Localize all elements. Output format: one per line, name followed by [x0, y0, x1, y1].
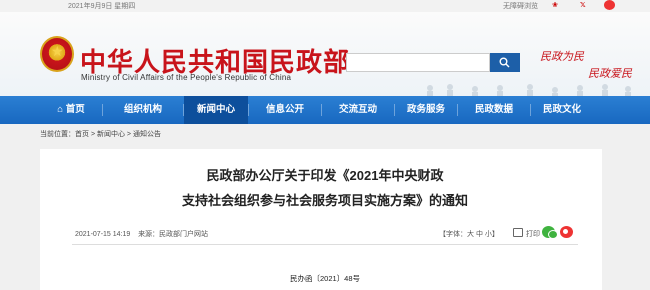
national-emblem-icon	[40, 36, 74, 72]
nav-home[interactable]: ⌂ 首页	[40, 96, 102, 124]
search-input[interactable]	[346, 53, 490, 72]
article-date: 2021-07-15 14:19	[75, 231, 131, 238]
weibo-icon[interactable]	[604, 0, 615, 10]
weibo-share-icon[interactable]	[560, 226, 573, 238]
document-number: 民办函〔2021〕48号	[289, 274, 361, 283]
print-link[interactable]: 打印	[526, 229, 540, 239]
site-header: 中华人民共和国民政部 Ministry of Civil Affairs of …	[0, 12, 650, 104]
nav-interaction[interactable]: 交流互动	[322, 96, 394, 124]
nav-organization[interactable]: 组织机构	[103, 96, 183, 124]
nav-gov-services[interactable]: 政务服务	[395, 96, 457, 124]
search-button[interactable]	[490, 53, 520, 72]
article-source: 来源：民政部门户网站	[138, 231, 209, 238]
article-title-line-1: 民政部办公厅关于印发《2021年中央财政	[206, 168, 444, 183]
accessibility-link[interactable]: 无障碍浏览	[503, 1, 538, 11]
article-title-line-2: 支持社会组织参与社会服务项目实施方案》的通知	[181, 193, 468, 208]
nav-news-center[interactable]: 新闻中心	[184, 96, 248, 124]
twitter-link-icon[interactable]: 𝕏	[580, 1, 586, 9]
nav-civil-data[interactable]: 民政数据	[458, 96, 530, 124]
top-bar: 2021年9月9日 星期四 无障碍浏览 ❀ 𝕏	[0, 0, 650, 12]
search-icon	[499, 57, 510, 68]
current-date: 2021年9月9日 星期四	[68, 3, 136, 10]
print-icon[interactable]	[513, 228, 523, 237]
nav-civil-culture[interactable]: 民政文化	[531, 96, 593, 124]
breadcrumb[interactable]: 当前位置：首页 > 新闻中心 > 通知公告	[40, 129, 161, 139]
home-icon: ⌂	[57, 104, 66, 115]
wechat-share-icon[interactable]	[542, 226, 558, 239]
weibo-link-icon[interactable]: ❀	[552, 1, 558, 9]
font-size-switch[interactable]: 【字体：大 中 小】	[439, 229, 499, 239]
nav-info-disclosure[interactable]: 信息公开	[249, 96, 321, 124]
main-nav: ⌂ 首页 组织机构 新闻中心 信息公开 交流互动 政务服务 民政数据 民政文化	[0, 96, 650, 124]
article-meta: 2021-07-15 14:19 来源：民政部门户网站	[75, 229, 208, 239]
site-title-en: Ministry of Civil Affairs of the People'…	[81, 73, 292, 82]
slogan-line-2: 民政爱民	[588, 67, 632, 80]
meta-divider	[72, 244, 578, 245]
slogan-line-1: 民政为民	[540, 50, 584, 63]
